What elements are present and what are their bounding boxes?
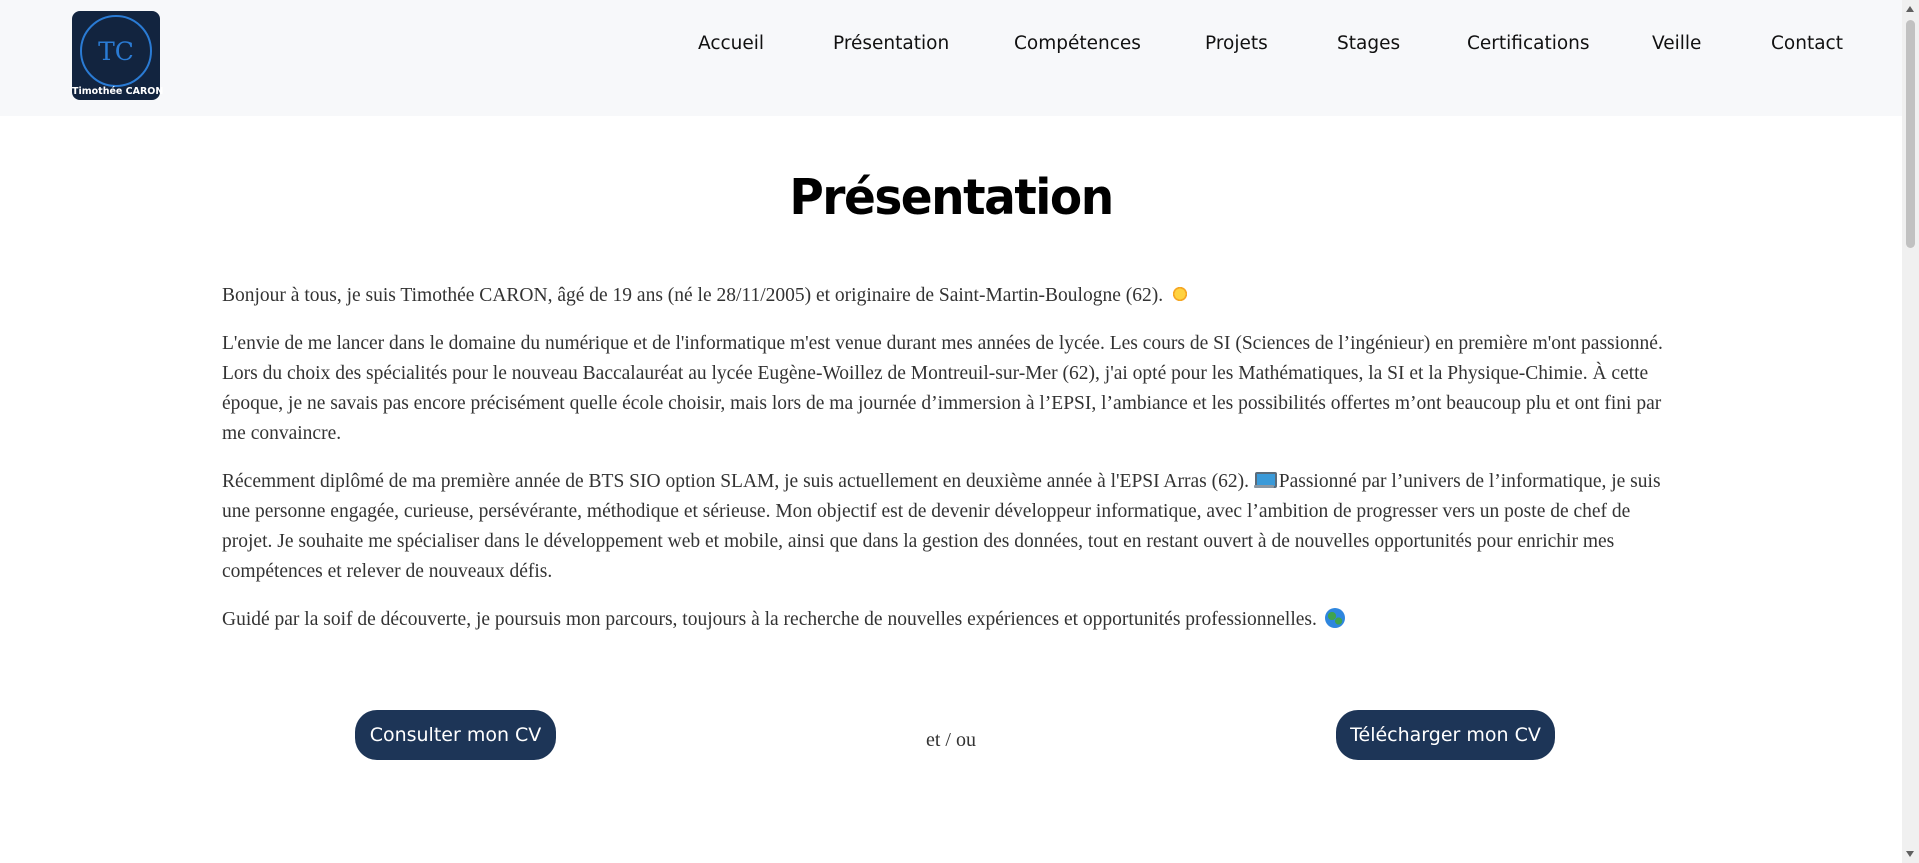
paragraph-closing-text: Guidé par la soif de découverte, je pour… (222, 609, 1317, 630)
paragraph-closing: Guidé par la soif de découverte, je pour… (222, 605, 1682, 635)
logo-initials: TC (80, 15, 152, 87)
paragraph-intro-text: Bonjour à tous, je suis Timothée CARON, … (222, 285, 1164, 306)
paragraph-motivation: L'envie de me lancer dans le domaine du … (222, 333, 1663, 444)
scroll-down-icon[interactable] (1906, 851, 1914, 857)
cv-separator: et / ou (926, 729, 976, 751)
computer-icon (1253, 472, 1277, 489)
nav-certifications[interactable]: Certifications (1467, 33, 1590, 54)
nav-accueil[interactable]: Accueil (698, 33, 764, 54)
scroll-up-icon[interactable] (1906, 6, 1914, 12)
nav-competences[interactable]: Compétences (1014, 33, 1141, 54)
page-title: Présentation (789, 168, 1114, 227)
nav-contact[interactable]: Contact (1771, 33, 1843, 54)
logo[interactable]: TC Timothée CARON (72, 11, 164, 100)
nav-projets[interactable]: Projets (1205, 33, 1268, 54)
paragraph-studies: Récemment diplômé de ma première année d… (222, 467, 1682, 587)
scroll-thumb[interactable] (1906, 20, 1915, 248)
nav-presentation[interactable]: Présentation (833, 33, 949, 54)
globe-icon (1324, 608, 1345, 628)
paragraph-intro: Bonjour à tous, je suis Timothée CARON, … (222, 281, 1682, 311)
presentation-text: Bonjour à tous, je suis Timothée CARON, … (222, 281, 1682, 653)
sun-icon (1170, 285, 1189, 303)
vertical-scrollbar[interactable] (1902, 0, 1919, 863)
nav-veille[interactable]: Veille (1652, 33, 1701, 54)
paragraph-studies-text: Récemment diplômé de ma première année d… (222, 471, 1249, 492)
download-cv-button[interactable]: Télécharger mon CV (1336, 710, 1555, 760)
nav-stages[interactable]: Stages (1337, 33, 1400, 54)
logo-name: Timothée CARON (72, 86, 164, 97)
site-header: TC Timothée CARON Accueil Présentation C… (0, 0, 1902, 116)
